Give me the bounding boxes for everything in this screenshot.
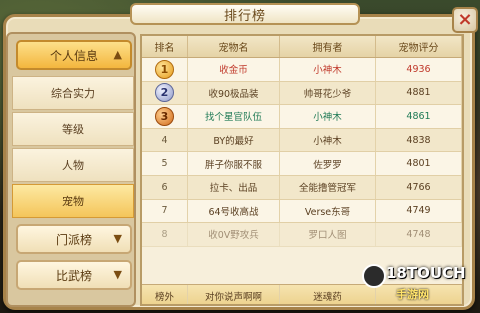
table-row[interactable]: 1 收金币 小神木 4936	[142, 58, 462, 82]
category-duel-ranking[interactable]: 比武榜 ▼	[16, 260, 132, 290]
my-rank-cell: 榜外	[142, 285, 188, 304]
window-title: 排行榜	[130, 3, 360, 25]
rank-cell: 3	[142, 105, 188, 128]
window-title-text: 排行榜	[223, 8, 266, 24]
table-header: 排名 宠物名 拥有者 宠物评分	[142, 36, 462, 58]
sub-item-level[interactable]: 等级	[12, 112, 134, 146]
pet-name-cell: 收90极品装	[188, 81, 280, 105]
sub-item-pet[interactable]: 宠物	[12, 184, 134, 218]
silver-medal-icon: 2	[155, 83, 174, 103]
header-pet-score: 宠物评分	[376, 36, 462, 57]
table-row[interactable]: 8 收0V野攻兵 罗口人图 4748	[142, 223, 462, 247]
chevron-down-icon: ▼	[113, 268, 122, 281]
score-cell: 4801	[376, 152, 462, 175]
pet-name-cell: 收金币	[188, 58, 280, 81]
pet-name-cell: 收0V野攻兵	[188, 223, 280, 246]
rank-cell: 7	[142, 199, 188, 223]
score-cell: 4861	[376, 105, 462, 128]
sub-item-label: 宠物	[62, 195, 84, 208]
score-cell: 4838	[376, 128, 462, 152]
rank-cell: 5	[142, 152, 188, 175]
owner-cell: 帅哥花少爷	[280, 81, 376, 105]
chevron-up-icon: ▲	[113, 48, 122, 61]
table-row[interactable]: 6 拉卡、出品 全能撸管冠军 4766	[142, 175, 462, 200]
pet-name-cell: 64号收高战	[188, 199, 280, 223]
table-row[interactable]: 3 找个星官队伍 小神木 4861	[142, 105, 462, 129]
table-row[interactable]: 5 胖子你服不服 佐罗罗 4801	[142, 152, 462, 176]
category-sidebar: 个人信息 ▲ 综合实力 等级 人物 宠物 门派榜 ▼ 比武榜 ▼	[6, 32, 136, 307]
category-personal-info[interactable]: 个人信息 ▲	[16, 40, 132, 70]
owner-cell: 佐罗罗	[280, 152, 376, 175]
bronze-medal-icon: 3	[155, 106, 174, 126]
score-cell: 4749	[376, 199, 462, 223]
owner-cell: 全能撸管冠军	[280, 175, 376, 199]
pet-name-cell: 拉卡、出品	[188, 175, 280, 199]
sub-item-label: 综合实力	[51, 87, 95, 100]
watermark-logo-icon	[362, 264, 386, 288]
category-label: 个人信息	[49, 48, 98, 63]
category-sect-ranking[interactable]: 门派榜 ▼	[16, 224, 132, 254]
category-label: 比武榜	[55, 268, 92, 283]
pet-name-cell: BY的最好	[188, 128, 280, 152]
rank-cell: 6	[142, 175, 188, 199]
site-watermark: 18TOUCH 手游网	[362, 262, 476, 310]
pet-name-cell: 胖子你服不服	[188, 152, 280, 175]
close-button[interactable]: ×	[452, 7, 478, 33]
owner-cell: 小神木	[280, 105, 376, 128]
header-rank: 排名	[142, 36, 188, 57]
category-label: 门派榜	[55, 232, 92, 247]
score-cell: 4748	[376, 223, 462, 246]
sub-item-character[interactable]: 人物	[12, 148, 134, 182]
close-icon: ×	[457, 9, 473, 30]
sub-item-label: 等级	[62, 123, 84, 136]
rank-cell: 1	[142, 58, 188, 81]
pet-name-cell: 找个星官队伍	[188, 105, 280, 128]
gold-medal-icon: 1	[155, 59, 174, 79]
table-row[interactable]: 2 收90极品装 帅哥花少爷 4881	[142, 81, 462, 106]
my-pet-name-cell: 对你说声啊啊	[188, 285, 280, 304]
chevron-down-icon: ▼	[113, 232, 122, 245]
score-cell: 4881	[376, 81, 462, 105]
watermark-text: 18TOUCH	[386, 264, 466, 282]
score-cell: 4766	[376, 175, 462, 199]
header-owner: 拥有者	[280, 36, 376, 57]
owner-cell: 小神木	[280, 128, 376, 152]
owner-cell: 罗口人图	[280, 223, 376, 246]
header-pet-name: 宠物名	[188, 36, 280, 57]
watermark-subtext: 手游网	[396, 288, 429, 301]
owner-cell: 小神木	[280, 58, 376, 81]
table-row[interactable]: 7 64号收高战 Verse东哥 4749	[142, 199, 462, 224]
score-cell: 4936	[376, 58, 462, 81]
owner-cell: Verse东哥	[280, 199, 376, 223]
rank-cell: 2	[142, 81, 188, 105]
sub-item-label: 人物	[62, 159, 84, 172]
rank-cell: 4	[142, 128, 188, 152]
sub-item-overall[interactable]: 综合实力	[12, 76, 134, 110]
table-body: 1 收金币 小神木 4936 2 收90极品装 帅哥花少爷 4881 3 找个星…	[142, 58, 462, 247]
rank-cell: 8	[142, 223, 188, 246]
table-row[interactable]: 4 BY的最好 小神木 4838	[142, 128, 462, 153]
